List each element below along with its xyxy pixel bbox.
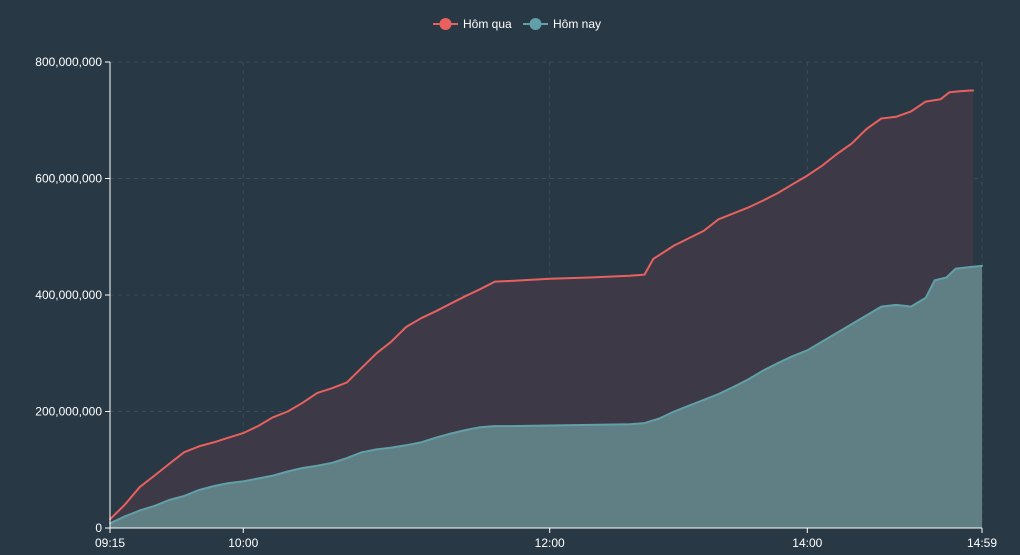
legend-dot-marker <box>439 18 452 30</box>
x-tick-label: 14:59 <box>967 536 997 550</box>
y-tick-label: 600,000,000 <box>35 172 102 186</box>
y-tick-label: 400,000,000 <box>35 288 102 302</box>
x-tick-label: 10:00 <box>228 536 258 550</box>
x-tick-label: 14:00 <box>792 536 822 550</box>
series-areas <box>110 90 982 528</box>
legend-dot-marker <box>529 18 542 30</box>
y-tick-label: 800,000,000 <box>35 55 102 69</box>
legend-item-1[interactable]: Hôm qua <box>433 17 512 31</box>
legend-item-2[interactable]: Hôm nay <box>523 17 601 31</box>
legend-label: Hôm nay <box>553 17 601 31</box>
line-area-chart: 0 200,000,000 400,000,000 600,000,000 800,00… <box>35 17 997 550</box>
x-tick-label: 09:15 <box>95 536 125 550</box>
y-tick-label: 200,000,000 <box>35 405 102 419</box>
legend: Hôm qua Hôm nay <box>433 17 601 31</box>
x-tick-label: 12:00 <box>535 536 565 550</box>
y-tick-label: 0 <box>95 521 102 535</box>
chart-container: 0 200,000,000 400,000,000 600,000,000 800,00… <box>0 0 1020 555</box>
legend-label: Hôm qua <box>463 17 512 31</box>
